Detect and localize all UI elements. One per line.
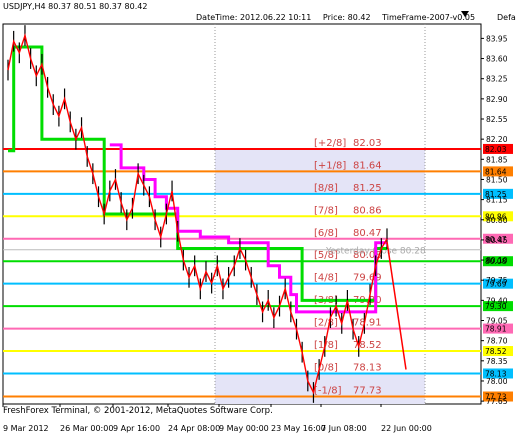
chart-window: [+2/8] 82.03 82.03 [+1/8] 81.64 81.64 [8/8] 81.…: [0, 0, 519, 436]
axis-tick-label-0: 83.95: [486, 34, 508, 43]
price-chart[interactable]: [+2/8] 82.0382.03[+1/8] 81.6481.64[8/8] 81.…: [0, 0, 519, 436]
level-value-8: 78.91: [353, 318, 382, 329]
axis-tick-label-12: 79.75: [486, 276, 508, 285]
level-label-8: [2/8]: [314, 318, 338, 329]
level-value-3: 80.86: [353, 205, 382, 216]
copyright-text: FreshForex Terminal, © 2001-2012, MetaQu…: [3, 406, 273, 416]
level-label-11: [-1/8]: [314, 386, 342, 397]
axis-tick-label-3: 82.90: [486, 95, 508, 104]
level-value-2: 81.25: [353, 183, 382, 194]
indicator-info: DateTime: 2012.06.22 10:11 Price: 80.42 …: [196, 13, 484, 22]
level-label-1: [+1/8]: [314, 160, 346, 171]
x-tick-label-3: 24 Apr 08:00: [168, 424, 220, 433]
level-value-10: 78.13: [353, 362, 382, 373]
axis-tick-label-13: 79.40: [486, 296, 508, 305]
x-tick-label-5: 23 May 16:00: [271, 424, 326, 433]
datetime-text: DateTime: 2012.06.22 10:11: [196, 13, 312, 22]
axis-tick-label-1: 83.60: [486, 55, 508, 64]
x-tick-label-0: 9 Mar 2012: [3, 424, 49, 433]
level-value-1: 81.64: [353, 160, 382, 171]
axis-tick-label-17: 78.00: [486, 377, 508, 386]
level-value-6: 79.69: [353, 273, 382, 284]
price-text: Price: 80.42: [322, 13, 371, 22]
level-label-10: [0/8]: [314, 362, 338, 373]
x-tick-label-4: 9 May 00:00: [219, 424, 269, 433]
axis-tick-label-11: 80.10: [486, 256, 508, 265]
axis-tick-label-7: 81.50: [486, 175, 508, 184]
level-label-3: [7/8]: [314, 205, 338, 216]
level-label-0: [+2/8]: [314, 138, 346, 149]
chart-background: [0, 0, 519, 436]
axis-tick-label-4: 82.55: [486, 115, 508, 124]
axis-tick-label-15: 78.70: [486, 337, 508, 346]
axis-tick-label-6: 81.85: [486, 155, 508, 164]
axis-tick-label-5: 82.20: [486, 135, 508, 144]
x-tick-label-6: 7 Jun 08:00: [321, 424, 367, 433]
level-value-4: 80.47: [353, 228, 382, 239]
axis-tick-label-2: 83.25: [486, 75, 508, 84]
level-label-4: [6/8]: [314, 228, 338, 239]
level-label-6: [4/8]: [314, 273, 338, 284]
level-value-0: 82.03: [353, 138, 382, 149]
axis-tick-label-18: 77.65: [486, 397, 508, 406]
axis-tick-label-14: 79.05: [486, 317, 508, 326]
x-tick-label-1: 26 Mar 00:00: [60, 424, 113, 433]
axis-tick-label-8: 81.15: [486, 196, 508, 205]
x-tick-label-7: 22 Jun 00:00: [381, 424, 432, 433]
level-value-11: 77.73: [353, 386, 382, 397]
level-label-2: [8/8]: [314, 183, 338, 194]
level-badge-text-8: 78.91: [485, 325, 507, 334]
symbol-line: USDJPY,H4 80.37 80.51 80.37 80.42: [3, 2, 148, 11]
axis-tick-label-10: 80.45: [486, 236, 508, 245]
x-tick-label-2: 9 Apr 16:00: [113, 424, 160, 433]
dropdown-triangle-icon[interactable]: [461, 11, 469, 17]
axis-tick-label-16: 78.35: [486, 357, 508, 366]
level-badge-text-9: 78.52: [485, 347, 507, 356]
level-badge-text-0: 82.03: [485, 145, 507, 154]
default-label: Defa: [497, 13, 516, 22]
axis-tick-label-9: 80.80: [486, 216, 508, 225]
